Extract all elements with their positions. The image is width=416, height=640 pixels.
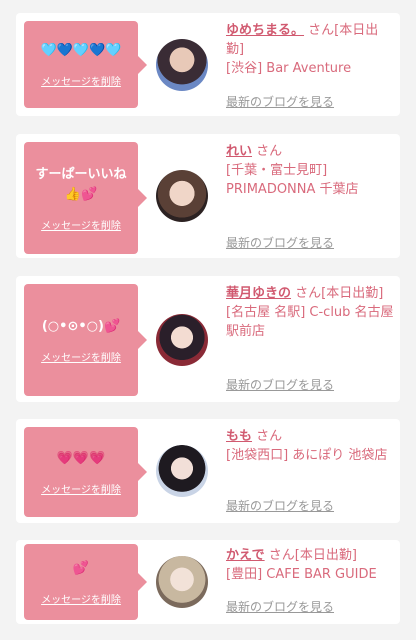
shop-name: [豊田] CAFE BAR GUIDE xyxy=(226,567,377,582)
message-text: 💕 xyxy=(72,560,90,576)
message-card: 🩵💙🩵💙🩵 メッセージを削除 ゆめちまる。 さん[本日出勤] [渋谷] Bar … xyxy=(16,13,400,116)
honorific: さん xyxy=(308,23,335,38)
delete-message-link[interactable]: メッセージを削除 xyxy=(41,481,121,496)
cast-name-link[interactable]: 華月ゆきの xyxy=(226,286,291,301)
delete-message-link[interactable]: メッセージを削除 xyxy=(41,349,121,364)
shop-name: [池袋西口] あにぽり 池袋店 xyxy=(226,448,388,463)
message-card: (○•⊙•○)💕 メッセージを削除 華月ゆきの さん[本日出勤] [名古屋 名駅… xyxy=(16,276,400,402)
message-text: 💗💗💗 xyxy=(56,450,106,466)
cast-name-link[interactable]: れい xyxy=(226,144,252,159)
avatar[interactable] xyxy=(156,556,208,608)
cast-info: 華月ゆきの さん[本日出勤] [名古屋 名駅] C-club 名古屋駅前店 xyxy=(226,284,396,341)
cast-name-link[interactable]: もも xyxy=(226,429,252,444)
delete-message-link[interactable]: メッセージを削除 xyxy=(41,73,121,88)
latest-blog-link[interactable]: 最新のブログを見る xyxy=(226,376,334,393)
message-text: 🩵💙🩵💙🩵 xyxy=(40,43,122,58)
honorific: さん xyxy=(295,286,322,301)
latest-blog-link[interactable]: 最新のブログを見る xyxy=(226,497,334,514)
avatar[interactable] xyxy=(156,39,208,91)
cast-info: れい さん [千葉・富士見町] PRIMADONNA 千葉店 xyxy=(226,142,396,199)
delete-message-link[interactable]: メッセージを削除 xyxy=(41,591,121,606)
message-bubble: すーぱーいいね👍💕 メッセージを削除 xyxy=(24,142,138,254)
latest-blog-link[interactable]: 最新のブログを見る xyxy=(226,598,334,615)
cast-info: ゆめちまる。 さん[本日出勤] [渋谷] Bar Aventure xyxy=(226,21,396,78)
message-bubble: (○•⊙•○)💕 メッセージを削除 xyxy=(24,284,138,396)
avatar[interactable] xyxy=(156,314,208,366)
message-card: 💕 メッセージを削除 かえで さん[本日出勤] [豊田] CAFE BAR GU… xyxy=(16,540,400,624)
shop-name: [名古屋 名駅] C-club 名古屋駅前店 xyxy=(226,305,394,339)
message-card: すーぱーいいね👍💕 メッセージを削除 れい さん [千葉・富士見町] PRIMA… xyxy=(16,134,400,258)
avatar[interactable] xyxy=(156,445,208,497)
cast-info: もも さん [池袋西口] あにぽり 池袋店 xyxy=(226,427,396,465)
avatar[interactable] xyxy=(156,170,208,222)
latest-blog-link[interactable]: 最新のブログを見る xyxy=(226,234,334,251)
cast-info: かえで さん[本日出勤] [豊田] CAFE BAR GUIDE xyxy=(226,546,396,584)
shop-name: [千葉・富士見町] PRIMADONNA 千葉店 xyxy=(226,163,359,197)
cast-name-link[interactable]: かえで xyxy=(226,548,265,563)
latest-blog-link[interactable]: 最新のブログを見る xyxy=(226,93,334,110)
honorific: さん xyxy=(256,144,283,159)
honorific: さん xyxy=(256,429,283,444)
delete-message-link[interactable]: メッセージを削除 xyxy=(41,217,121,232)
message-bubble: 💕 メッセージを削除 xyxy=(24,544,138,620)
honorific: さん xyxy=(268,548,295,563)
attendance-status: [本日出勤] xyxy=(294,548,357,563)
message-bubble: 🩵💙🩵💙🩵 メッセージを削除 xyxy=(24,21,138,108)
attendance-status: [本日出勤] xyxy=(321,286,384,301)
message-bubble: 💗💗💗 メッセージを削除 xyxy=(24,427,138,517)
shop-name: [渋谷] Bar Aventure xyxy=(226,61,352,76)
cast-name-link[interactable]: ゆめちまる。 xyxy=(226,23,304,38)
message-card: 💗💗💗 メッセージを削除 もも さん [池袋西口] あにぽり 池袋店 最新のブロ… xyxy=(16,419,400,523)
message-text: すーぱーいいね👍💕 xyxy=(35,166,127,202)
message-text: (○•⊙•○)💕 xyxy=(41,318,121,334)
